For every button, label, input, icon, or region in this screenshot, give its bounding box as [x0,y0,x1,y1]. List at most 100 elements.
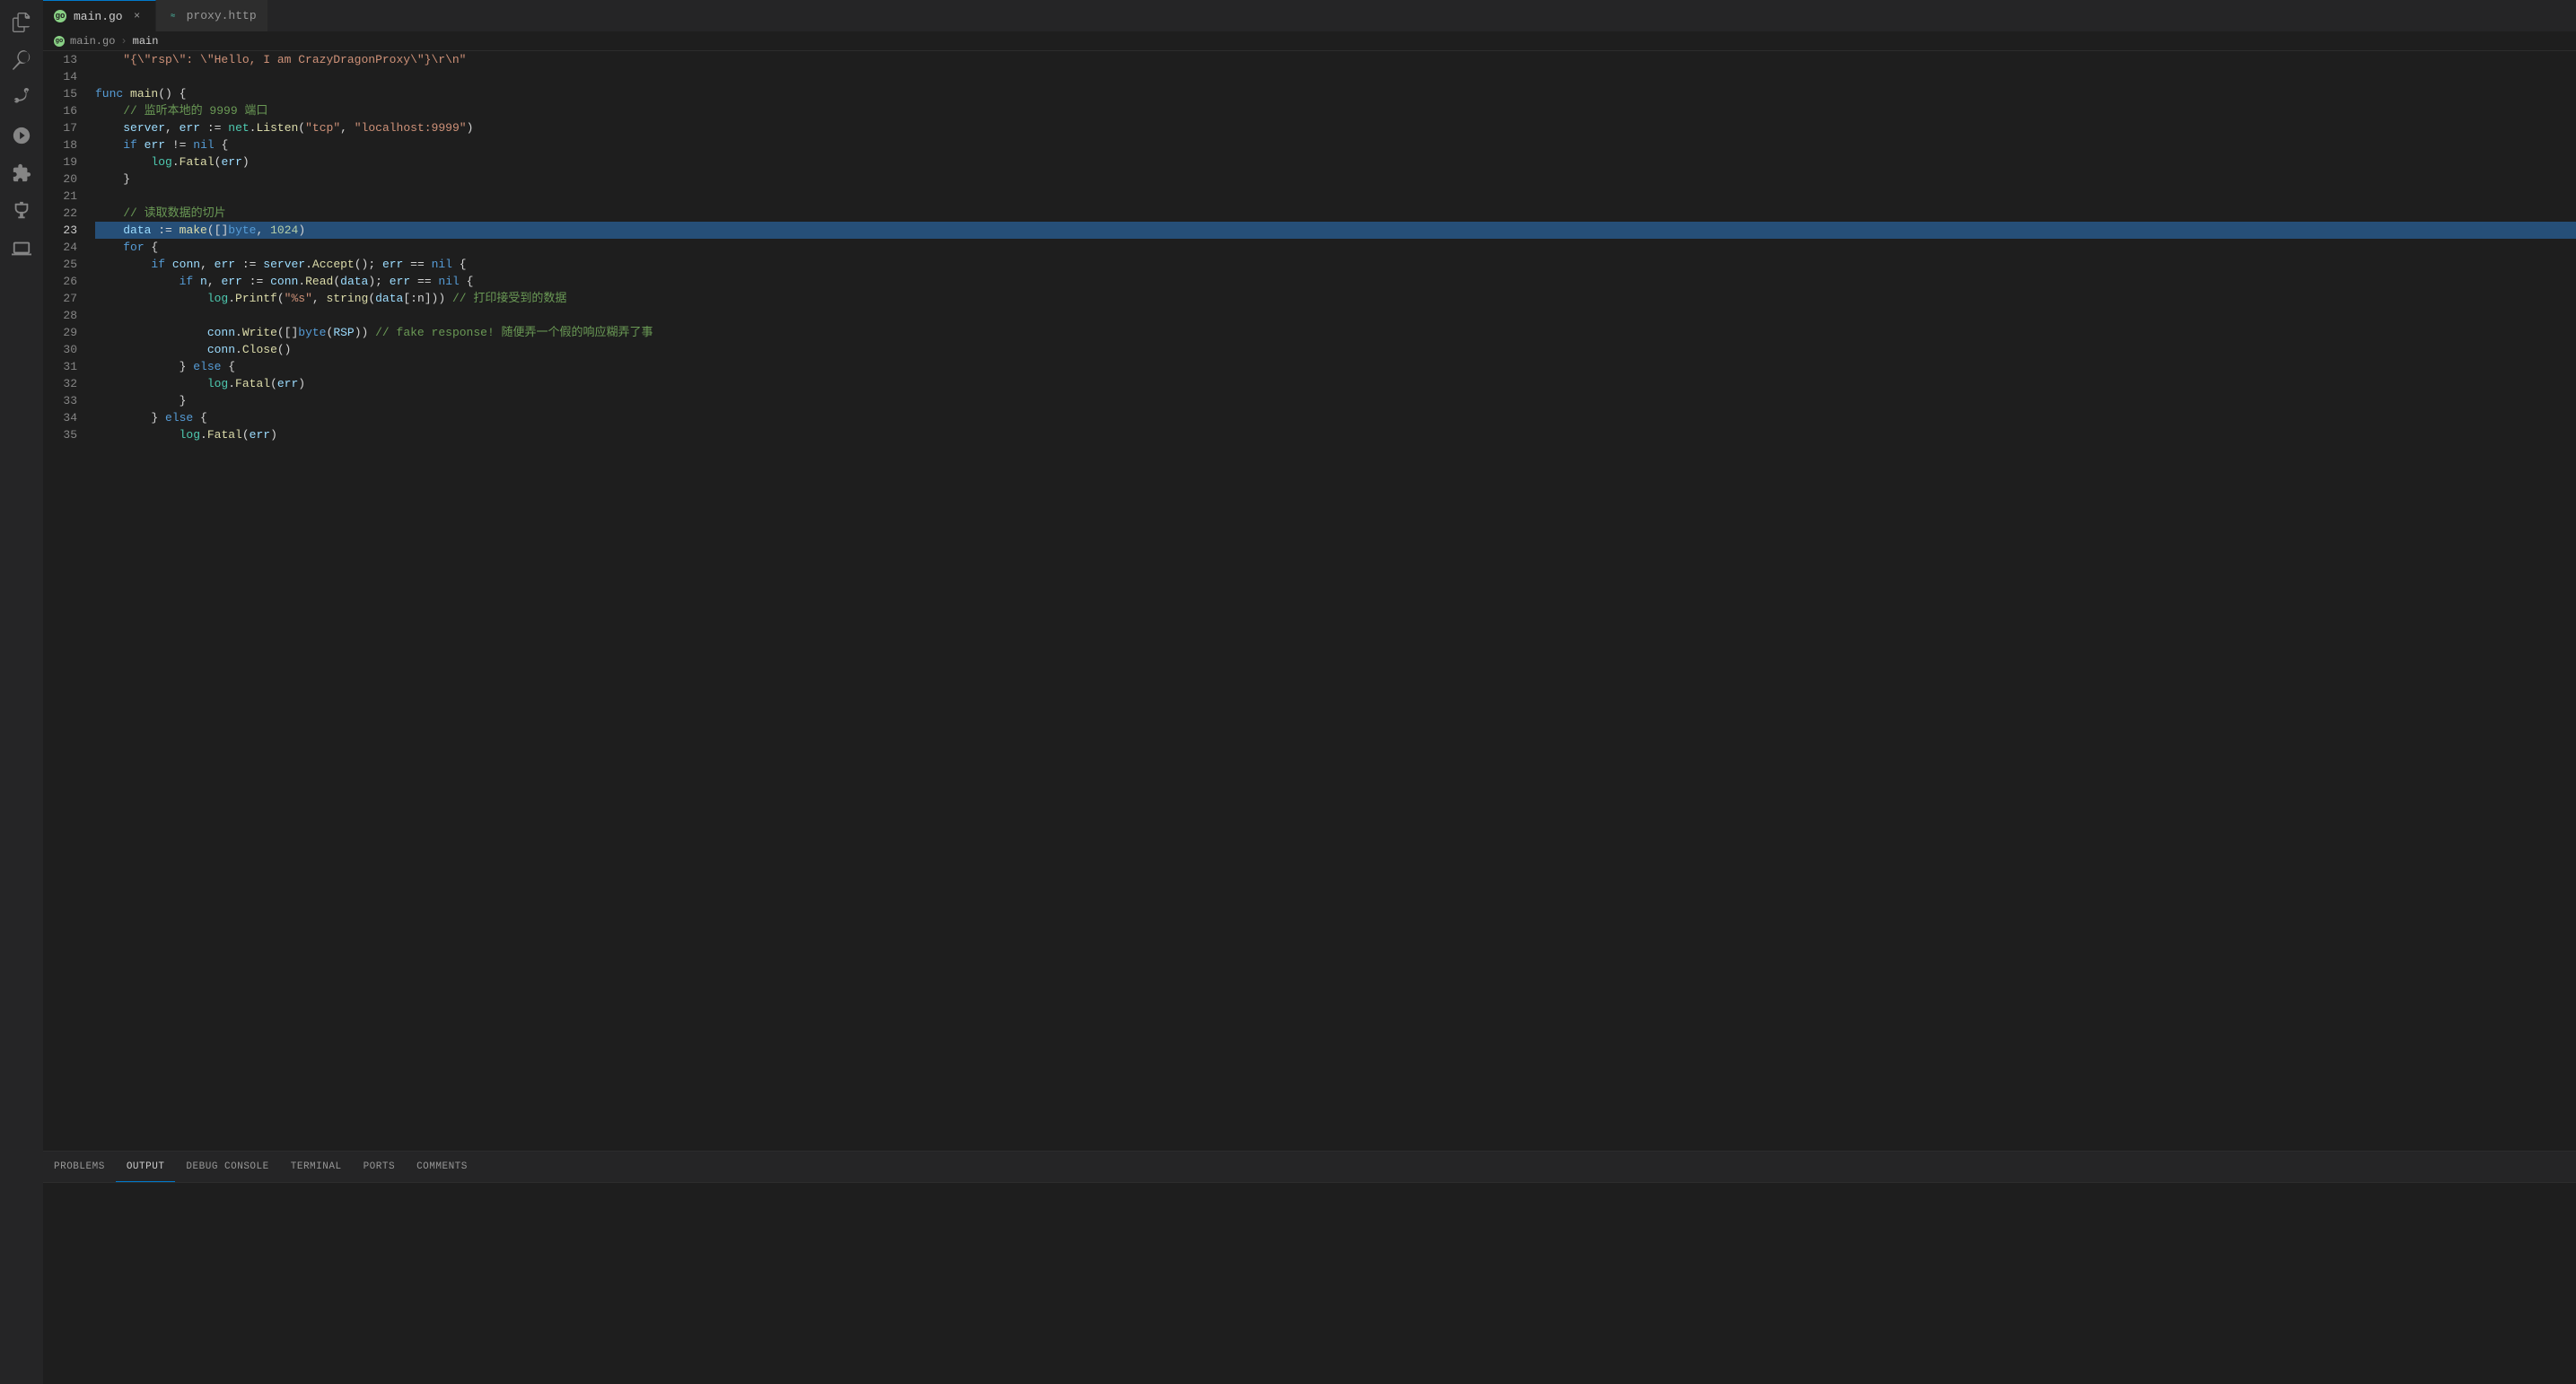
tab-main-go-label: main.go [74,10,123,23]
breadcrumb-symbol[interactable]: main [133,35,159,48]
fn-close: Close [242,341,277,358]
comment-29: // fake response! 随便弄一个假的响应糊弄了事 [375,324,653,341]
code-line-28 [95,307,2576,324]
fn-fatal2: Fatal [235,375,270,392]
fn-accept: Accept [312,256,355,273]
code-line-14 [95,68,2576,85]
fn-read: Read [305,273,333,290]
tab-proxy-http[interactable]: ≈ proxy.http [156,0,268,31]
ln-13: 13 [43,51,77,68]
tab-comments[interactable]: COMMENTS [406,1152,478,1182]
ln-20: 20 [43,171,77,188]
tab-close-main-go[interactable]: × [130,9,145,23]
fn-fatal3: Fatal [207,426,242,443]
breadcrumb: go main.go › main [43,31,2576,51]
ln-35: 35 [43,426,77,443]
ln-23: 23 [43,222,77,239]
pkg-log2: log [207,290,228,307]
code-line-17: server , err := net . Listen ( "tcp" , "… [95,119,2576,136]
fn-string: string [327,290,369,307]
code-line-15: func main () { [95,85,2576,102]
comment-27: // 打印接受到的数据 [452,290,566,307]
var-err5: err [382,256,403,273]
breadcrumb-separator: › [120,35,127,48]
str-addr: "localhost:9999" [355,119,467,136]
var-n: n [200,273,207,290]
code-line-16: // 监听本地的 9999 端口 [95,102,2576,119]
kw-nil2: nil [432,256,452,273]
code-line-31: } else { [95,358,2576,375]
var-data: data [123,222,151,239]
kw-func: func [95,85,123,102]
breadcrumb-file[interactable]: main.go [70,35,115,48]
editor-area: 13 14 15 16 17 18 19 20 21 22 23 24 25 2… [43,51,2576,1384]
var-err6: err [221,273,241,290]
tab-ports-label: PORTS [364,1161,396,1172]
kw-else: else [193,358,221,375]
code-lines: "{\"rsp\": \"Hello, I am CrazyDragonProx… [88,51,2576,1151]
fn-listen: Listen [256,119,298,136]
code-line-34: } else { [95,409,2576,426]
ln-32: 32 [43,375,77,392]
breadcrumb-go-icon: go [54,36,65,47]
var-err3: err [221,153,241,171]
var-data2: data [340,273,368,290]
activity-bar [0,0,43,1384]
panel-content [43,1183,2576,1384]
kw-nil3: nil [438,273,459,290]
var-rsp: RSP [333,324,354,341]
str-fmt: "%s" [285,290,312,307]
code-line-33: } [95,392,2576,409]
type-byte2: byte [298,324,326,341]
tab-debug-console[interactable]: DEBUG CONSOLE [175,1152,279,1182]
string-token: "{\"rsp\": \"Hello, I am CrazyDragonProx… [123,51,466,68]
var-err8: err [277,375,298,392]
search-icon[interactable] [6,45,37,75]
kw-else2: else [165,409,193,426]
var-conn: conn [172,256,200,273]
editor-content[interactable]: 13 14 15 16 17 18 19 20 21 22 23 24 25 2… [43,51,2576,1151]
tab-output[interactable]: OUTPUT [116,1152,176,1182]
files-icon[interactable] [6,7,37,38]
extensions-icon[interactable] [6,158,37,188]
line-numbers: 13 14 15 16 17 18 19 20 21 22 23 24 25 2… [43,51,88,1151]
fn-make: make [180,222,207,239]
tab-problems[interactable]: PROBLEMS [43,1152,116,1182]
remote-icon[interactable] [6,233,37,264]
code-line-24: for { [95,239,2576,256]
ln-29: 29 [43,324,77,341]
http-file-icon: ≈ [167,10,180,22]
code-line-25: if conn , err := server . Accept (); err… [95,256,2576,273]
panel-tabs: PROBLEMS OUTPUT DEBUG CONSOLE TERMINAL P… [43,1152,2576,1183]
tab-terminal[interactable]: TERMINAL [280,1152,353,1182]
kw-for: for [123,239,144,256]
code-line-27: log . Printf ( "%s" , string ( data [:n]… [95,290,2576,307]
run-icon[interactable] [6,120,37,151]
ln-15: 15 [43,85,77,102]
comment-22: // 读取数据的切片 [123,205,225,222]
bottom-panel: PROBLEMS OUTPUT DEBUG CONSOLE TERMINAL P… [43,1151,2576,1384]
comment-16: // 监听本地的 9999 端口 [123,102,267,119]
code-line-20: } [95,171,2576,188]
tab-ports[interactable]: PORTS [353,1152,407,1182]
fn-fatal: Fatal [180,153,215,171]
main-content: go main.go × ≈ proxy.http go main.go › m… [43,0,2576,1384]
source-control-icon[interactable] [6,83,37,113]
testing-icon[interactable] [6,196,37,226]
kw-if3: if [180,273,194,290]
tab-main-go[interactable]: go main.go × [43,0,156,31]
ln-24: 24 [43,239,77,256]
pkg-log4: log [180,426,200,443]
pkg-log: log [151,153,171,171]
code-line-35: log . Fatal ( err ) [95,426,2576,443]
ln-28: 28 [43,307,77,324]
ln-17: 17 [43,119,77,136]
ln-25: 25 [43,256,77,273]
code-line-26: if n , err := conn . Read ( data ); err [95,273,2576,290]
var-err9: err [250,426,270,443]
code-line-29: conn . Write ([] byte ( RSP )) // fake r… [95,324,2576,341]
var-conn3: conn [207,324,235,341]
fn-main: main [130,85,158,102]
code-line-21 [95,188,2576,205]
go-file-icon: go [54,10,66,22]
